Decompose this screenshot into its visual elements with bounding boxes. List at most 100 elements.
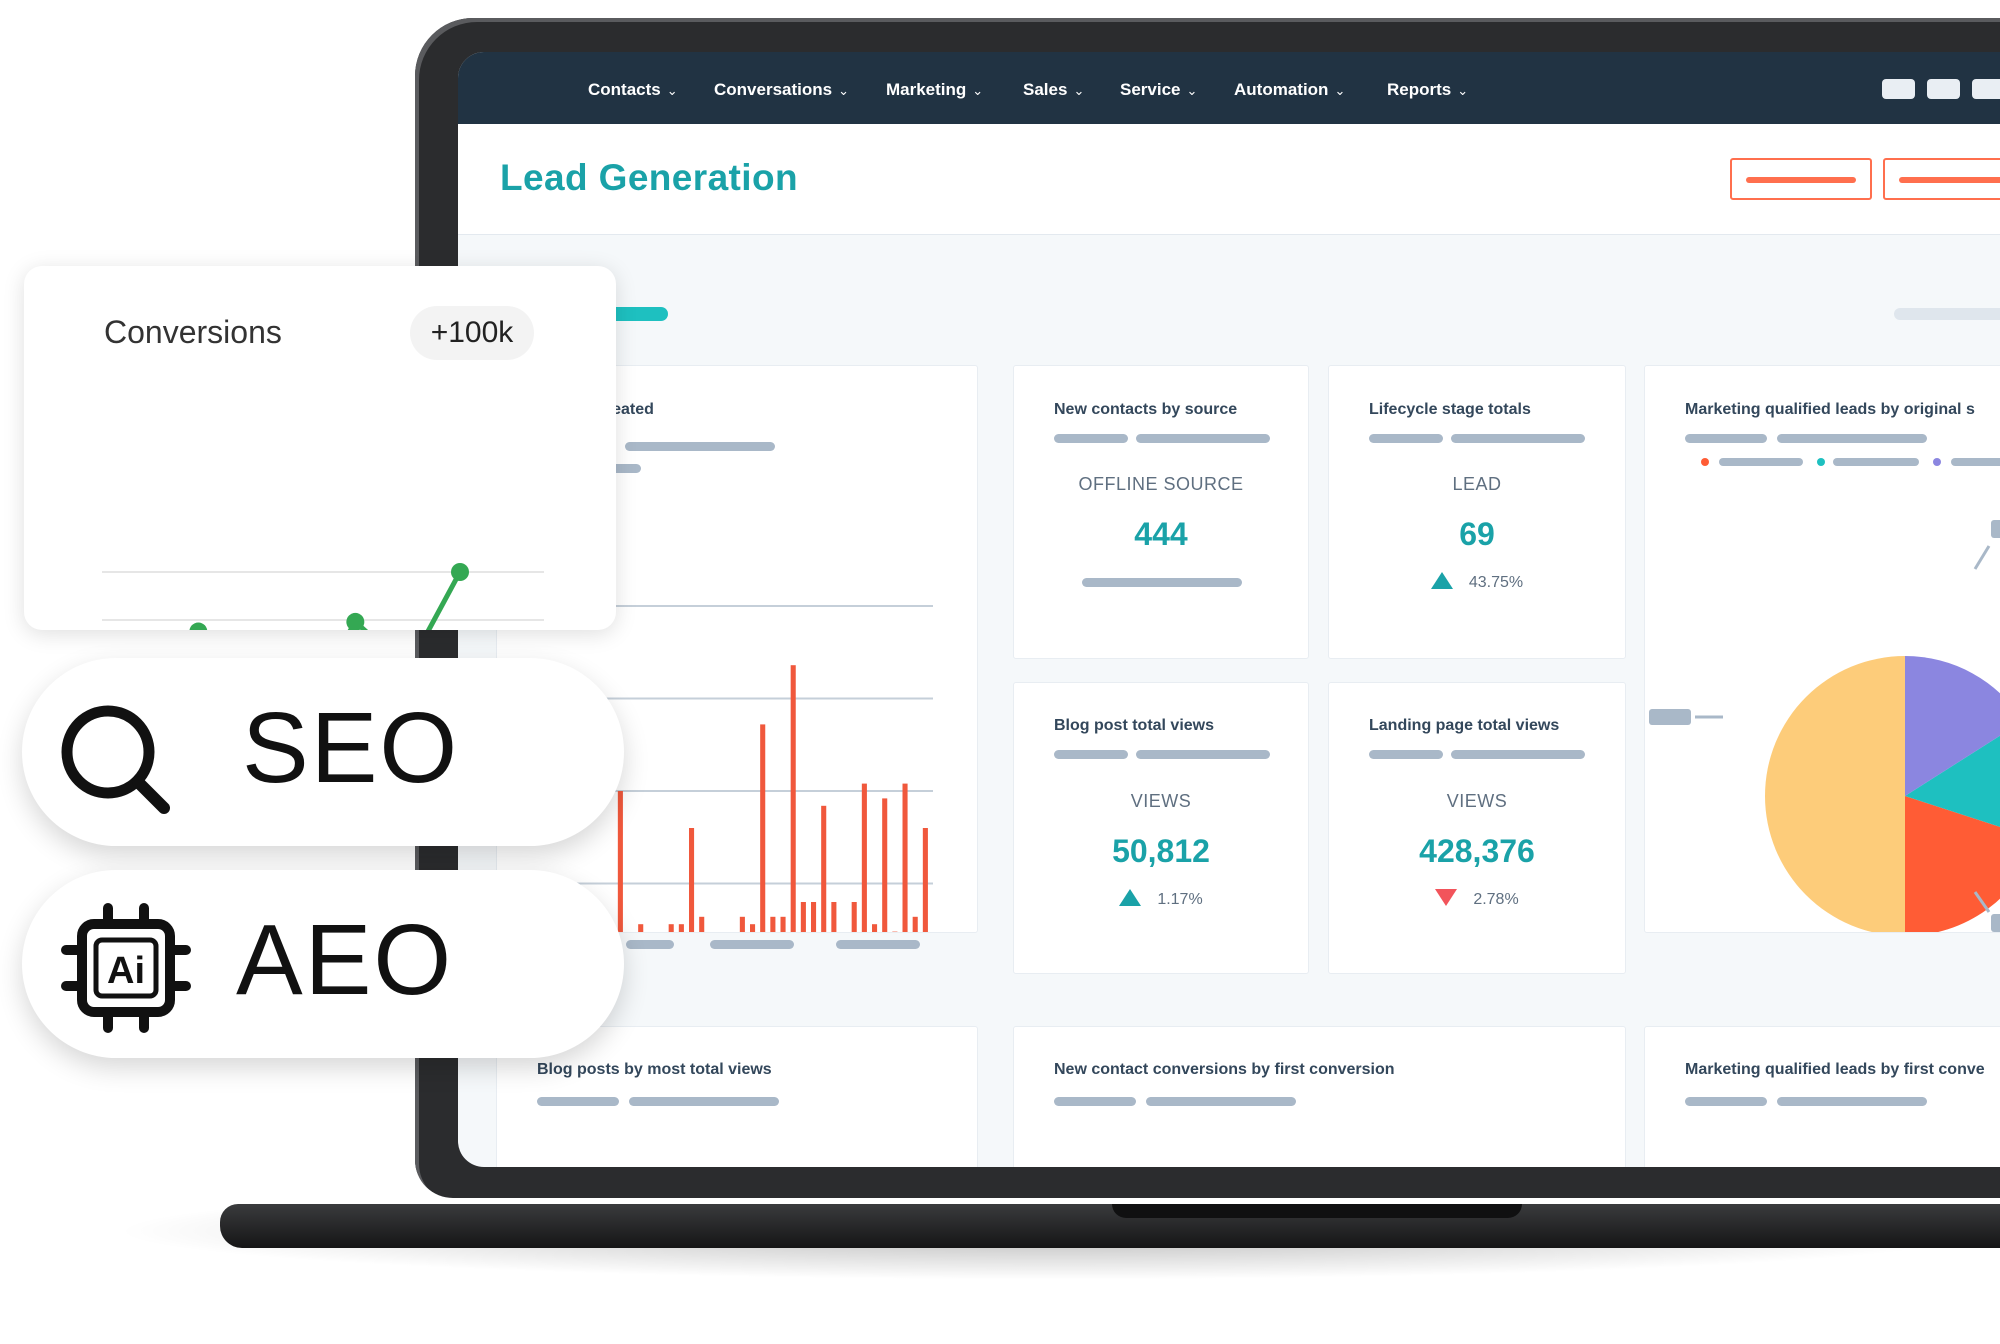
kpi-label: LEAD [1452, 474, 1502, 494]
ai-chip-text: Ai [107, 950, 145, 992]
bar [780, 916, 786, 932]
bar [811, 902, 817, 932]
conversions-line-chart [102, 563, 544, 630]
data-point [451, 563, 469, 581]
nav-action-button[interactable] [1972, 79, 2000, 99]
aeo-label: AEO [236, 904, 454, 1016]
card-blog-post-total-views: Blog post total views VIEWS 50,812 1.17% [1013, 682, 1309, 974]
bar [912, 916, 918, 932]
chevron-down-icon: ⌄ [666, 83, 678, 98]
page-title: Lead Generation [500, 157, 798, 198]
conversions-line [196, 569, 463, 630]
bar [699, 916, 705, 932]
aeo-badge: Ai AEO [22, 870, 624, 1058]
header-dropdown-button[interactable] [1883, 158, 2000, 200]
bar [821, 805, 827, 932]
bar [902, 783, 908, 932]
bar [638, 924, 644, 932]
kpi-change: 43.75% [1329, 572, 1625, 592]
placeholder-bar [1777, 1097, 1927, 1106]
nav-sales[interactable]: Sales ⌄ [1023, 52, 1084, 124]
seo-label: SEO [242, 692, 460, 804]
pie-label-placeholder [1991, 520, 2000, 538]
data-point [346, 612, 365, 630]
placeholder-bar [1451, 434, 1585, 443]
bar [831, 902, 837, 932]
pie-label-placeholder [1991, 914, 2000, 932]
card-mql-by-first-conversion: Marketing qualified leads by first conve [1644, 1026, 2000, 1167]
nav-marketing[interactable]: Marketing ⌄ [886, 52, 983, 124]
bar [851, 902, 857, 932]
top-navigation: Contacts ⌄ Conversations ⌄ Marketing ⌄ Sale… [458, 52, 2000, 124]
chevron-down-icon: ⌄ [838, 83, 849, 98]
bar [689, 828, 695, 932]
card-title: Lifecycle stage totals [1369, 401, 1531, 418]
bar [770, 916, 776, 932]
kpi-label: OFFLINE SOURCE [1078, 474, 1244, 494]
kpi-value: 50,812 [1112, 833, 1210, 869]
placeholder-bar [1054, 434, 1128, 443]
placeholder-bar [1054, 1097, 1136, 1106]
card-title: Landing page total views [1369, 717, 1560, 734]
bar [800, 902, 806, 932]
bar [668, 924, 674, 932]
card-landing-page-total-views: Landing page total views VIEWS 428,376 2… [1328, 682, 1626, 974]
placeholder-bar [1136, 434, 1270, 443]
trend-up-icon [1430, 572, 1453, 589]
kpi-change: 2.78% [1329, 889, 1625, 909]
nav-service[interactable]: Service ⌄ [1120, 52, 1197, 124]
seo-badge: SEO [22, 658, 624, 846]
card-title: Blog post total views [1054, 717, 1215, 734]
filter-placeholder [1894, 308, 2000, 320]
placeholder-bar [836, 940, 920, 949]
kpi-change: 1.17% [1014, 889, 1308, 909]
pie-slice [1765, 656, 1905, 932]
bar [872, 924, 878, 932]
placeholder-bar [1369, 434, 1443, 443]
kpi-value: 428,376 [1419, 833, 1535, 869]
placeholder-bar [1146, 1097, 1296, 1106]
card-new-contacts-by-source: New contacts by source OFFLINE SOURCE 44… [1013, 365, 1309, 659]
laptop-base [220, 1204, 2000, 1248]
chevron-down-icon: ⌄ [1186, 83, 1198, 98]
conversions-widget: Conversions +100k [24, 266, 616, 630]
placeholder-bar [1369, 750, 1443, 759]
mql-pie-chart [1649, 520, 2000, 932]
kpi-label: VIEWS [1130, 791, 1192, 811]
bar [739, 916, 745, 932]
leader-line [1973, 545, 1991, 570]
card-lifecycle-stage-totals: Lifecycle stage totals LEAD 69 43.75% [1328, 365, 1626, 659]
chevron-down-icon: ⌄ [1457, 83, 1469, 98]
nav-action-button[interactable] [1882, 79, 1915, 99]
page-header: Lead Generation [458, 124, 2000, 235]
kpi-value: 69 [1459, 516, 1495, 552]
nav-contacts[interactable]: Contacts ⌄ [588, 52, 678, 124]
nav-reports[interactable]: Reports ⌄ [1387, 52, 1468, 124]
placeholder-bar [1136, 750, 1270, 759]
bar [617, 791, 623, 932]
dashboard-screen: Contacts ⌄ Conversations ⌄ Marketing ⌄ Sale… [458, 52, 2000, 1167]
card-mql-by-original-source: Marketing qualified leads by original s [1644, 365, 2000, 933]
card-title: Blog posts by most total views [537, 1061, 772, 1078]
kpi-label: VIEWS [1446, 791, 1508, 811]
kpi-value: 444 [1134, 516, 1188, 552]
bar [882, 798, 888, 932]
card-title: Marketing qualified leads by first conve [1685, 1061, 1985, 1078]
bar [678, 924, 684, 932]
placeholder-bar [537, 1097, 619, 1106]
placeholder-bar [1685, 1097, 1767, 1106]
placeholder-bar [710, 940, 794, 949]
ai-chip-icon: Ai [61, 903, 191, 1033]
bar [922, 828, 928, 932]
nav-automation[interactable]: Automation ⌄ [1234, 52, 1345, 124]
placeholder-bar [626, 940, 674, 949]
bar [790, 665, 796, 932]
chevron-down-icon: ⌄ [1073, 83, 1085, 98]
nav-conversations[interactable]: Conversations ⌄ [714, 52, 849, 124]
nav-action-button[interactable] [1927, 79, 1960, 99]
trend-up-icon [1119, 889, 1142, 906]
placeholder-bar [1054, 750, 1128, 759]
pie-label-placeholder [1649, 709, 1691, 725]
header-action-button[interactable] [1730, 158, 1872, 200]
placeholder-bar [629, 1097, 779, 1106]
